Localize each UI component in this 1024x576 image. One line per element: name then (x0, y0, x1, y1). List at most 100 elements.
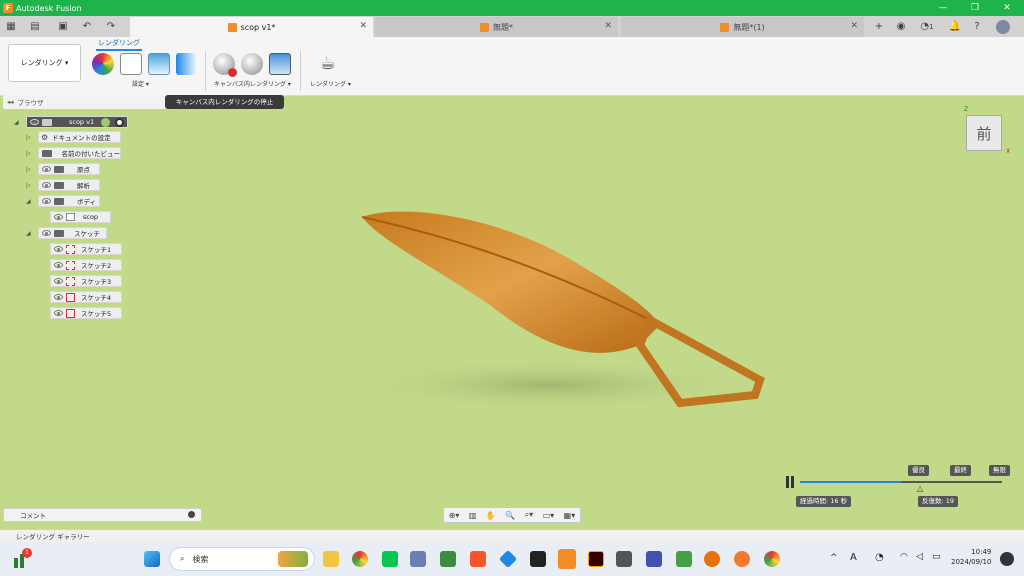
minecraft-icon[interactable] (440, 551, 456, 567)
visibility-eye-icon[interactable] (54, 310, 63, 316)
canvas-render-group-label[interactable]: キャンバス内レンダリング ▾ (214, 79, 291, 88)
settings-group-label[interactable]: 設定 ▾ (132, 79, 149, 88)
tab-untitled[interactable]: 無題* ✕ (375, 17, 618, 37)
tree-sketch-4[interactable]: スケッチ4 (50, 291, 122, 303)
file-menu-icon[interactable]: ▤ (26, 16, 44, 37)
expand-arrow-icon[interactable]: ◢ (14, 119, 19, 126)
tree-document-settings[interactable]: ⚙ ドキュメントの設定 (38, 131, 121, 143)
maximize-button[interactable]: ❐ (960, 0, 990, 16)
app-icon[interactable] (704, 551, 720, 567)
visibility-eye-icon[interactable] (42, 182, 51, 188)
zoom-icon[interactable]: 🔍 (505, 511, 515, 520)
visibility-eye-icon[interactable] (54, 278, 63, 284)
tree-body-scop[interactable]: scop (50, 211, 111, 223)
collapse-icon[interactable]: ◂◂ (7, 98, 14, 106)
orbit-icon[interactable]: ⊕▾ (449, 511, 460, 520)
app-icon[interactable] (646, 551, 662, 567)
visibility-eye-icon[interactable] (42, 230, 51, 236)
close-tab-icon[interactable]: ✕ (604, 21, 612, 31)
tree-analysis[interactable]: 解析 (38, 179, 100, 191)
teapot-render-icon[interactable]: ☕ (317, 53, 339, 75)
close-window-button[interactable]: ✕ (992, 0, 1022, 16)
speaker-icon[interactable]: ◁ (916, 552, 923, 562)
wifi-icon[interactable]: ◠ (900, 552, 908, 562)
close-tab-icon[interactable]: ✕ (359, 21, 367, 31)
activate-icon[interactable] (101, 118, 110, 127)
expand-arrow-icon[interactable]: ▷ (26, 150, 31, 157)
visibility-eye-icon[interactable] (30, 119, 39, 125)
save-icon[interactable]: ▣ (54, 16, 72, 37)
pause-icon[interactable] (786, 476, 789, 488)
app-icon[interactable] (616, 551, 632, 567)
add-comment-icon[interactable] (188, 511, 195, 518)
tree-root-scop[interactable]: scop v1 (26, 116, 128, 128)
user-avatar[interactable] (994, 16, 1012, 37)
notifications-icon[interactable]: 🔔 (946, 16, 964, 37)
close-tab-icon[interactable]: ✕ (850, 21, 858, 31)
comment-panel[interactable]: コメント (3, 508, 202, 522)
appearance-icon[interactable] (92, 53, 114, 75)
render-group-label[interactable]: レンダリング ▾ (310, 79, 351, 88)
texture-map-icon[interactable] (148, 53, 170, 75)
redo-icon[interactable]: ↷ (102, 16, 120, 37)
brave-icon[interactable] (470, 551, 486, 567)
look-at-icon[interactable]: ▥ (469, 511, 477, 520)
fusion-taskbar-icon[interactable] (558, 549, 576, 569)
tree-origin[interactable]: 原点 (38, 163, 100, 175)
tree-sketch-1[interactable]: スケッチ1 (50, 243, 122, 255)
chevron-up-icon[interactable]: ^ (830, 553, 838, 563)
tree-sketch-2[interactable]: スケッチ2 (50, 259, 122, 271)
pan-icon[interactable]: ✋ (486, 511, 496, 520)
expand-arrow-icon[interactable]: ◢ (26, 230, 31, 237)
radio-icon[interactable] (115, 118, 124, 127)
render-image-icon[interactable] (269, 53, 291, 75)
tab-scop[interactable]: scop v1* ✕ (130, 17, 373, 37)
tree-sketch-5[interactable]: スケッチ5 (50, 307, 122, 319)
fit-icon[interactable]: ⌕▾ (525, 510, 534, 520)
tab-rendering[interactable]: レンダリング (96, 38, 142, 51)
app-grid-icon[interactable]: ▦ (2, 16, 20, 37)
quality-final[interactable]: 最終 (950, 465, 971, 476)
view-cube[interactable]: 前 (966, 115, 1002, 151)
job-status-icon[interactable]: ◔ 1 (916, 16, 938, 37)
grid-settings-icon[interactable]: ▦▾ (564, 511, 576, 520)
visibility-eye-icon[interactable] (54, 262, 63, 268)
expand-arrow-icon[interactable]: ▷ (26, 134, 31, 141)
visibility-eye-icon[interactable] (54, 246, 63, 252)
taskbar-search[interactable]: ⌕ 検索 (169, 547, 315, 571)
scoop-model[interactable] (340, 195, 780, 425)
ime-icon[interactable]: A (850, 552, 857, 563)
decal-icon[interactable] (176, 53, 198, 75)
blender-icon[interactable] (734, 551, 750, 567)
tab-untitled-1[interactable]: 無題*(1) ✕ (621, 17, 864, 37)
app-tray-icon[interactable]: ◔ (875, 552, 884, 563)
expand-arrow-icon[interactable]: ▷ (26, 166, 31, 173)
app-icon[interactable] (676, 551, 692, 567)
tree-sketch-3[interactable]: スケッチ3 (50, 275, 122, 287)
tree-named-views[interactable]: 名前の付いたビュー (38, 147, 121, 159)
app-icon[interactable] (530, 551, 546, 567)
quality-good[interactable]: 優良 (908, 465, 929, 476)
new-tab-icon[interactable]: + (870, 16, 888, 37)
visibility-eye-icon[interactable] (42, 166, 51, 172)
undo-icon[interactable]: ↶ (78, 16, 96, 37)
data-panel-icon[interactable]: ◉ (892, 16, 910, 37)
taskbar-clock[interactable]: 10:49 2024/09/10 (951, 547, 991, 567)
capture-image-icon[interactable] (241, 53, 263, 75)
stop-render-icon[interactable] (213, 53, 237, 77)
visibility-eye-icon[interactable] (54, 214, 63, 220)
render-gallery-bar[interactable]: レンダリング ギャラリー (0, 529, 1024, 542)
visibility-eye-icon[interactable] (54, 294, 63, 300)
expand-arrow-icon[interactable]: ◢ (26, 198, 31, 205)
weather-widget-icon[interactable]: 1 (12, 548, 32, 568)
help-icon[interactable]: ? (968, 16, 986, 37)
workspace-switcher[interactable]: レンダリング ▾ (8, 44, 81, 82)
chrome-icon[interactable] (352, 551, 368, 567)
app-icon[interactable] (410, 551, 426, 567)
visibility-eye-icon[interactable] (42, 198, 51, 204)
tree-sketches[interactable]: スケッチ (38, 227, 107, 239)
chrome-icon[interactable] (764, 551, 780, 567)
display-settings-icon[interactable]: ▭▾ (543, 511, 555, 520)
illustrator-icon[interactable] (588, 551, 604, 567)
expand-arrow-icon[interactable]: ▷ (26, 182, 31, 189)
